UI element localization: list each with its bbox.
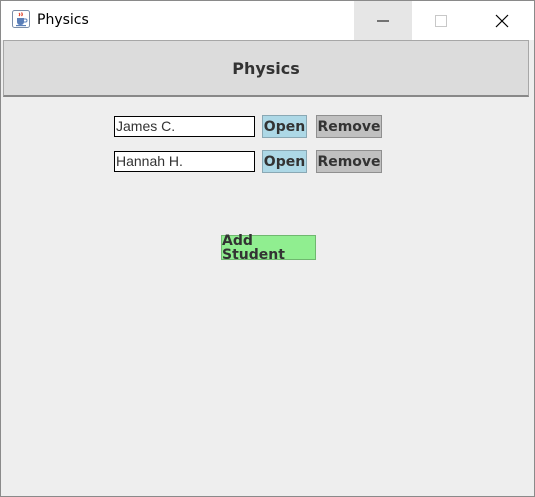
- add-student-button[interactable]: Add Student: [221, 234, 316, 262]
- student-name-field[interactable]: Hannah H.: [114, 151, 255, 172]
- close-button[interactable]: [470, 1, 534, 40]
- course-header: Physics: [3, 40, 529, 97]
- student-name-field[interactable]: James C.: [114, 116, 255, 137]
- maximize-button[interactable]: [412, 1, 470, 40]
- minimize-icon: [377, 20, 389, 21]
- open-student-button[interactable]: Open: [262, 150, 307, 173]
- maximize-icon: [435, 14, 447, 27]
- remove-student-button[interactable]: Remove: [316, 150, 382, 173]
- minimize-button[interactable]: [354, 1, 412, 40]
- window-title: Physics: [37, 12, 89, 28]
- course-title: Physics: [232, 59, 300, 78]
- title-bar[interactable]: Physics: [1, 1, 534, 40]
- open-student-button[interactable]: Open: [262, 115, 307, 138]
- close-icon: [495, 14, 509, 27]
- remove-student-button[interactable]: Remove: [316, 115, 382, 138]
- app-window: Physics Physics James C. Open Remove Han…: [0, 0, 535, 497]
- java-cup-icon: [12, 10, 30, 28]
